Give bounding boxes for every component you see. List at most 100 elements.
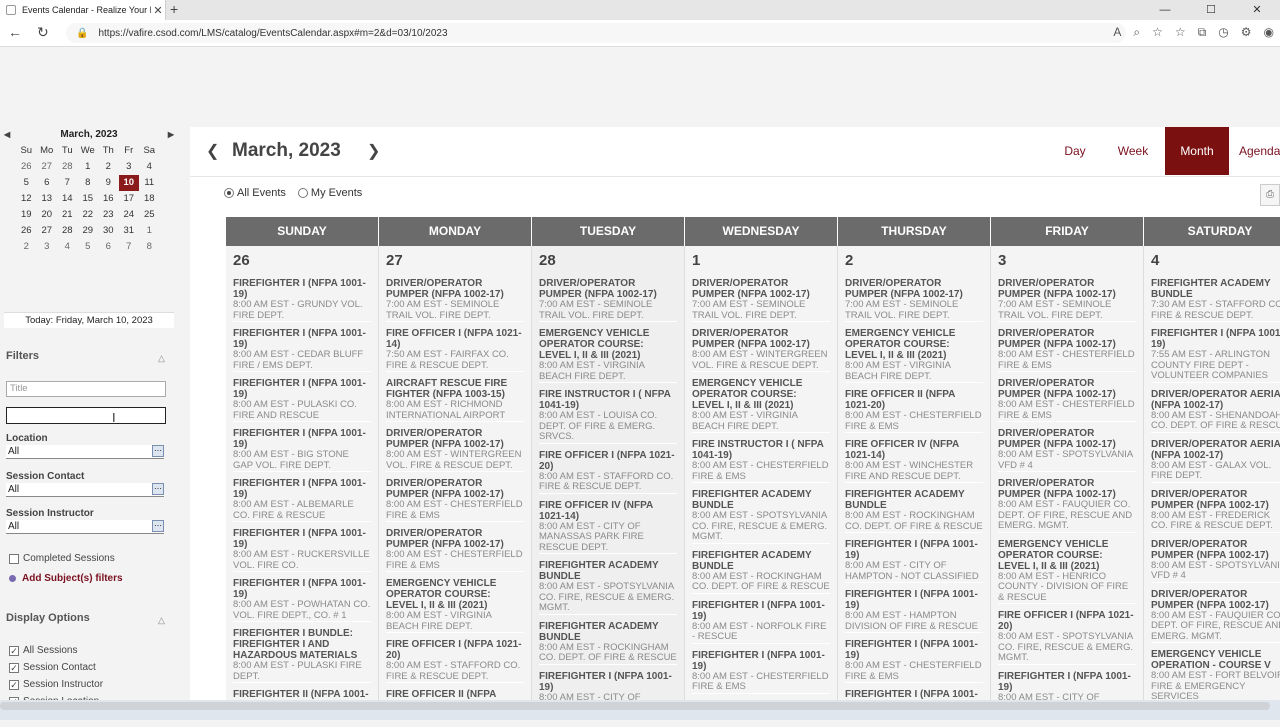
- event-title[interactable]: DRIVER/OPERATOR PUMPER (NFPA 1002-17): [1151, 589, 1280, 611]
- calendar-event[interactable]: DRIVER/OPERATOR PUMPER (NFPA 1002-17) 7:0…: [692, 278, 830, 322]
- mini-day-cell[interactable]: 27: [37, 223, 58, 239]
- mini-day-cell[interactable]: 6: [37, 175, 58, 191]
- event-title[interactable]: FIRE INSTRUCTOR I ( NFPA 1041-19): [539, 389, 677, 411]
- history-icon[interactable]: ◷: [1218, 25, 1228, 40]
- event-title[interactable]: EMERGENCY VEHICLE OPERATION - COURSE V: [1151, 649, 1280, 671]
- calendar-event[interactable]: FIREFIGHTER I (NFPA 1001-19)8:00 AM EST …: [845, 639, 983, 683]
- event-title[interactable]: DRIVER/OPERATOR PUMPER (NFPA 1002-17): [386, 478, 524, 500]
- mini-day-cell[interactable]: 5: [16, 175, 37, 191]
- calendar-event[interactable]: DRIVER/OPERATOR PUMPER (NFPA 1002-17) 8:0…: [998, 328, 1136, 372]
- event-title[interactable]: FIREFIGHTER ACADEMY BUNDLE: [692, 489, 830, 511]
- mini-day-cell[interactable]: 7: [119, 239, 140, 255]
- calendar-event[interactable]: EMERGENCY VEHICLE OPERATOR COURSE: LEVEL…: [845, 328, 983, 383]
- calendar-event[interactable]: EMERGENCY VEHICLE OPERATOR COURSE: LEVEL…: [692, 378, 830, 433]
- calendar-event[interactable]: FIREFIGHTER I (NFPA 1001-19)8:00 AM EST …: [845, 589, 983, 633]
- event-title[interactable]: EMERGENCY VEHICLE OPERATOR COURSE: LEVEL…: [386, 578, 524, 611]
- calendar-event[interactable]: FIREFIGHTER I (NFPA 1001-19)8:00 AM EST …: [233, 378, 371, 422]
- calendar-event[interactable]: FIREFIGHTER I (NFPA 1001-19)8:00 AM EST …: [692, 650, 830, 694]
- event-title[interactable]: FIREFIGHTER I BUNDLE: FIREFIGHTER I AND …: [233, 628, 371, 661]
- mini-day-cell[interactable]: 16: [98, 191, 119, 207]
- calendar-event[interactable]: FIREFIGHTER ACADEMY BUNDLE 8:00 AM EST - …: [692, 550, 830, 594]
- event-title[interactable]: DRIVER/OPERATOR PUMPER (NFPA 1002-17): [1151, 489, 1280, 511]
- tab-close-icon[interactable]: ✕: [151, 4, 165, 17]
- calendar-event[interactable]: DRIVER/OPERATOR PUMPER (NFPA 1002-17) 8:0…: [998, 428, 1136, 472]
- mini-day-cell[interactable]: 12: [16, 191, 37, 207]
- calendar-event[interactable]: FIREFIGHTER ACADEMY BUNDLE 8:00 AM EST - …: [692, 489, 830, 544]
- session-instructor-select[interactable]: All ⋯: [6, 520, 164, 534]
- mini-day-cell[interactable]: 15: [78, 191, 99, 207]
- event-title[interactable]: FIREFIGHTER ACADEMY BUNDLE: [692, 550, 830, 572]
- event-title[interactable]: FIRE OFFICER IV (NFPA 1021-14): [539, 500, 677, 522]
- profile-icon[interactable]: ◉: [1264, 25, 1274, 40]
- calendar-event[interactable]: DRIVER/OPERATOR AERIAL (NFPA 1002-17) 8:0…: [1151, 389, 1280, 433]
- event-title[interactable]: FIREFIGHTER I (NFPA 1001-19): [233, 328, 371, 350]
- title-filter-input[interactable]: Title: [6, 381, 166, 397]
- calendar-event[interactable]: EMERGENCY VEHICLE OPERATION - COURSE V 8:…: [1151, 649, 1280, 704]
- back-arrow-icon[interactable]: ←: [8, 24, 22, 40]
- calendar-event[interactable]: FIRE INSTRUCTOR I ( NFPA 1041-19) 8:00 AM…: [692, 439, 830, 483]
- event-title[interactable]: FIREFIGHTER I (NFPA 1001-19): [539, 671, 677, 693]
- minimize-button[interactable]: —: [1142, 0, 1188, 20]
- mini-day-cell[interactable]: 3: [119, 159, 140, 175]
- mini-day-cell[interactable]: 6: [98, 239, 119, 255]
- calendar-event[interactable]: FIREFIGHTER ACADEMY BUNDLE 8:00 AM EST - …: [539, 560, 677, 615]
- calendar-event[interactable]: FIRE OFFICER IV (NFPA 1021-14) 8:00 AM ES…: [539, 500, 677, 554]
- event-title[interactable]: FIREFIGHTER I (NFPA 1001-19): [845, 639, 983, 661]
- url-field[interactable]: 🔒 https://vafire.csod.com/LMS/catalog/Ev…: [66, 23, 1126, 43]
- location-select[interactable]: All ⋯: [6, 445, 164, 459]
- mini-day-cell[interactable]: 19: [16, 207, 37, 223]
- day-number[interactable]: 27: [386, 250, 524, 278]
- event-title[interactable]: FIREFIGHTER ACADEMY BUNDLE: [845, 489, 983, 511]
- event-title[interactable]: DRIVER/OPERATOR PUMPER (NFPA 1002-17): [1151, 539, 1280, 561]
- maximize-button[interactable]: ☐: [1188, 0, 1234, 20]
- checked-checkbox-icon[interactable]: ✓: [9, 679, 19, 690]
- calendar-event[interactable]: DRIVER/OPERATOR PUMPER (NFPA 1002-17) 7:0…: [998, 278, 1136, 322]
- calendar-event[interactable]: FIREFIGHTER I (NFPA 1001-19)8:00 AM EST …: [233, 428, 371, 472]
- calendar-event[interactable]: DRIVER/OPERATOR PUMPER (NFPA 1002-17) 8:0…: [692, 328, 830, 372]
- event-title[interactable]: DRIVER/OPERATOR PUMPER (NFPA 1002-17): [386, 278, 524, 300]
- calendar-event[interactable]: EMERGENCY VEHICLE OPERATOR COURSE: LEVEL…: [998, 539, 1136, 604]
- event-title[interactable]: EMERGENCY VEHICLE OPERATOR COURSE: LEVEL…: [845, 328, 983, 361]
- next-month-icon[interactable]: ❯: [367, 141, 380, 161]
- mini-day-cell[interactable]: 3: [37, 239, 58, 255]
- radio-selected-icon[interactable]: [224, 188, 234, 198]
- text-filter-input[interactable]: [6, 407, 166, 424]
- calendar-event[interactable]: FIRE OFFICER I (NFPA 1021-20) 8:00 AM EST…: [998, 610, 1136, 665]
- collapse-display-options-icon[interactable]: △: [158, 615, 165, 626]
- mini-day-cell[interactable]: 9: [98, 175, 119, 191]
- mini-day-cell[interactable]: 30: [98, 223, 119, 239]
- event-title[interactable]: EMERGENCY VEHICLE OPERATOR COURSE: LEVEL…: [998, 539, 1136, 572]
- calendar-event[interactable]: DRIVER/OPERATOR PUMPER (NFPA 1002-17) 8:0…: [1151, 589, 1280, 643]
- event-title[interactable]: DRIVER/OPERATOR AERIAL (NFPA 1002-17): [1151, 389, 1280, 411]
- event-title[interactable]: EMERGENCY VEHICLE OPERATOR COURSE: LEVEL…: [539, 328, 677, 361]
- calendar-event[interactable]: DRIVER/OPERATOR PUMPER (NFPA 1002-17) 7:0…: [845, 278, 983, 322]
- zoom-icon[interactable]: ⌕: [1133, 25, 1140, 40]
- day-number[interactable]: 3: [998, 250, 1136, 278]
- event-title[interactable]: FIRE OFFICER I (NFPA 1021-14): [386, 328, 524, 350]
- mini-day-cell[interactable]: 2: [98, 159, 119, 175]
- calendar-event[interactable]: FIRE OFFICER I (NFPA 1021-20) 8:00 AM EST…: [539, 450, 677, 494]
- lookup-icon[interactable]: ⋯: [152, 445, 164, 457]
- calendar-event[interactable]: FIREFIGHTER ACADEMY BUNDLE 8:00 AM EST - …: [845, 489, 983, 533]
- calendar-event[interactable]: DRIVER/OPERATOR PUMPER (NFPA 1002-17) 8:0…: [386, 428, 524, 472]
- event-title[interactable]: FIRE OFFICER IV (NFPA 1021-14): [845, 439, 983, 461]
- mini-day-cell[interactable]: 1: [139, 223, 160, 239]
- view-agenda-button[interactable]: Agenda: [1239, 127, 1280, 175]
- new-tab-button[interactable]: +: [170, 1, 178, 17]
- calendar-event[interactable]: FIREFIGHTER I (NFPA 1001-19)8:00 AM EST …: [233, 278, 371, 322]
- day-number[interactable]: 4: [1151, 250, 1280, 278]
- calendar-event[interactable]: FIRE OFFICER II (NFPA 1021-20)8:00 AM ES…: [845, 389, 983, 433]
- calendar-event[interactable]: FIRE OFFICER I (NFPA 1021-20) 8:00 AM EST…: [386, 639, 524, 683]
- my-events-radio[interactable]: My Events: [297, 187, 362, 199]
- event-title[interactable]: FIRE INSTRUCTOR I ( NFPA 1041-19): [692, 439, 830, 461]
- event-title[interactable]: DRIVER/OPERATOR PUMPER (NFPA 1002-17): [539, 278, 677, 300]
- checkbox-icon[interactable]: [9, 553, 19, 564]
- calendar-event[interactable]: FIREFIGHTER I (NFPA 1001-19)8:00 AM EST …: [845, 539, 983, 583]
- mini-day-cell[interactable]: 8: [78, 175, 99, 191]
- calendar-event[interactable]: FIREFIGHTER I (NFPA 1001-19)8:00 AM EST …: [233, 578, 371, 622]
- calendar-event[interactable]: FIREFIGHTER ACADEMY BUNDLE 8:00 AM EST - …: [539, 621, 677, 665]
- mini-day-cell[interactable]: 17: [119, 191, 140, 207]
- completed-sessions-checkbox[interactable]: Completed Sessions: [9, 553, 115, 564]
- today-label[interactable]: Today: Friday, March 10, 2023: [4, 312, 174, 328]
- day-number[interactable]: 28: [539, 250, 677, 278]
